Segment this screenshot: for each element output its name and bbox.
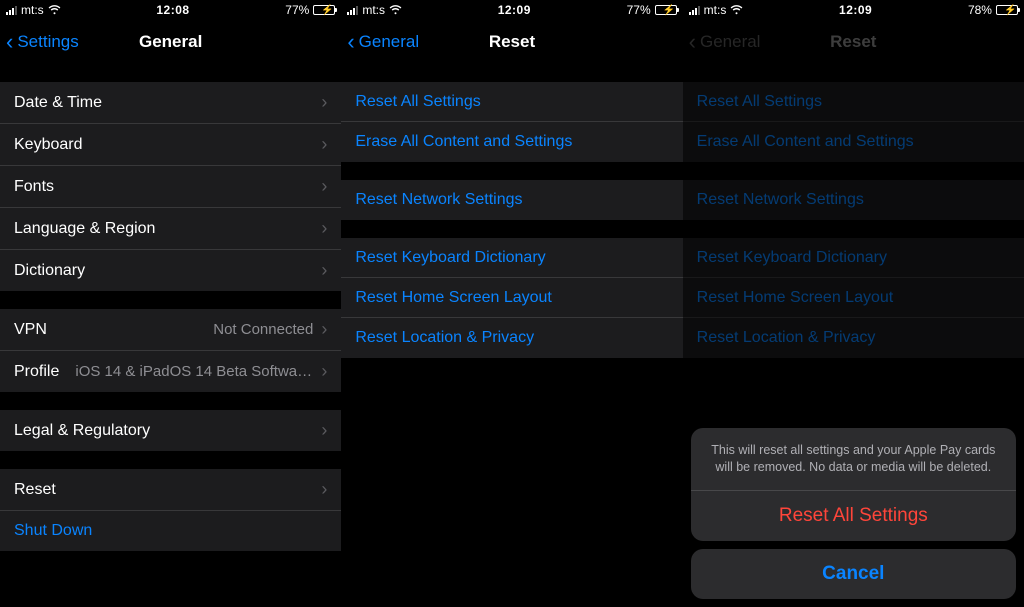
clock: 12:08 xyxy=(156,3,189,17)
row-reset[interactable]: Reset› xyxy=(0,469,341,511)
row-vpn[interactable]: VPNNot Connected› xyxy=(0,309,341,351)
back-label: General xyxy=(359,32,419,52)
row-reset-all-settings[interactable]: Reset All Settings xyxy=(341,82,682,122)
battery-pct: 77% xyxy=(627,3,651,17)
navbar: ‹ Settings General xyxy=(0,20,341,64)
battery-pct: 77% xyxy=(285,3,309,17)
chevron-right-icon: › xyxy=(321,176,327,197)
clock: 12:09 xyxy=(839,3,872,17)
back-label: General xyxy=(700,32,760,52)
carrier-label: mt:s xyxy=(21,3,44,17)
status-bar: mt:s 12:08 77% ⚡ xyxy=(0,0,341,20)
row-dictionary[interactable]: Dictionary› xyxy=(0,250,341,291)
navbar: ‹ General Reset xyxy=(341,20,682,64)
navbar: ‹ General Reset xyxy=(683,20,1024,64)
action-sheet-reset-button[interactable]: Reset All Settings xyxy=(691,491,1016,541)
wifi-icon xyxy=(48,5,61,15)
screen-reset: mt:s 12:09 77% ⚡ ‹ General Reset Reset A… xyxy=(341,0,682,607)
profile-value: iOS 14 & iPadOS 14 Beta Softwar... xyxy=(75,363,313,380)
row-reset-keyboard-dict[interactable]: Reset Keyboard Dictionary xyxy=(341,238,682,278)
back-button: ‹ General xyxy=(683,31,761,53)
back-label: Settings xyxy=(17,32,78,52)
chevron-right-icon: › xyxy=(321,92,327,113)
row-erase-all: Erase All Content and Settings xyxy=(683,122,1024,162)
action-sheet-message: This will reset all settings and your Ap… xyxy=(691,428,1016,491)
signal-icon xyxy=(6,5,17,15)
battery-icon: ⚡ xyxy=(313,5,335,15)
row-language-region[interactable]: Language & Region› xyxy=(0,208,341,250)
battery-pct: 78% xyxy=(968,3,992,17)
chevron-right-icon: › xyxy=(321,361,327,382)
back-button[interactable]: ‹ General xyxy=(341,31,419,53)
vpn-status: Not Connected xyxy=(213,321,313,338)
chevron-right-icon: › xyxy=(321,479,327,500)
wifi-icon xyxy=(730,5,743,15)
wifi-icon xyxy=(389,5,402,15)
chevron-right-icon: › xyxy=(321,319,327,340)
screen-reset-confirm: mt:s 12:09 78% ⚡ ‹ General Reset Reset A… xyxy=(683,0,1024,607)
screen-general: mt:s 12:08 77% ⚡ ‹ Settings General Date… xyxy=(0,0,341,607)
row-reset-location-privacy[interactable]: Reset Location & Privacy xyxy=(341,318,682,358)
signal-icon xyxy=(689,5,700,15)
chevron-right-icon: › xyxy=(321,134,327,155)
row-fonts[interactable]: Fonts› xyxy=(0,166,341,208)
row-reset-home-layout[interactable]: Reset Home Screen Layout xyxy=(341,278,682,318)
row-profile[interactable]: ProfileiOS 14 & iPadOS 14 Beta Softwar..… xyxy=(0,351,341,392)
row-legal-regulatory[interactable]: Legal & Regulatory› xyxy=(0,410,341,451)
row-keyboard[interactable]: Keyboard› xyxy=(0,124,341,166)
chevron-back-icon: ‹ xyxy=(6,31,13,53)
chevron-right-icon: › xyxy=(321,218,327,239)
status-bar: mt:s 12:09 78% ⚡ xyxy=(683,0,1024,20)
row-reset-network: Reset Network Settings xyxy=(683,180,1024,220)
chevron-right-icon: › xyxy=(321,260,327,281)
battery-icon: ⚡ xyxy=(996,5,1018,15)
row-shut-down[interactable]: Shut Down xyxy=(0,511,341,551)
action-sheet: This will reset all settings and your Ap… xyxy=(691,428,1016,599)
signal-icon xyxy=(347,5,358,15)
chevron-back-icon: ‹ xyxy=(689,31,696,53)
carrier-label: mt:s xyxy=(704,3,727,17)
back-button[interactable]: ‹ Settings xyxy=(0,31,79,53)
carrier-label: mt:s xyxy=(362,3,385,17)
row-erase-all[interactable]: Erase All Content and Settings xyxy=(341,122,682,162)
row-reset-home-layout: Reset Home Screen Layout xyxy=(683,278,1024,318)
row-reset-location-privacy: Reset Location & Privacy xyxy=(683,318,1024,358)
chevron-back-icon: ‹ xyxy=(347,31,354,53)
clock: 12:09 xyxy=(498,3,531,17)
action-sheet-cancel-button[interactable]: Cancel xyxy=(691,549,1016,599)
status-bar: mt:s 12:09 77% ⚡ xyxy=(341,0,682,20)
battery-icon: ⚡ xyxy=(655,5,677,15)
row-reset-network[interactable]: Reset Network Settings xyxy=(341,180,682,220)
row-reset-all-settings: Reset All Settings xyxy=(683,82,1024,122)
chevron-right-icon: › xyxy=(321,420,327,441)
row-reset-keyboard-dict: Reset Keyboard Dictionary xyxy=(683,238,1024,278)
row-date-time[interactable]: Date & Time› xyxy=(0,82,341,124)
